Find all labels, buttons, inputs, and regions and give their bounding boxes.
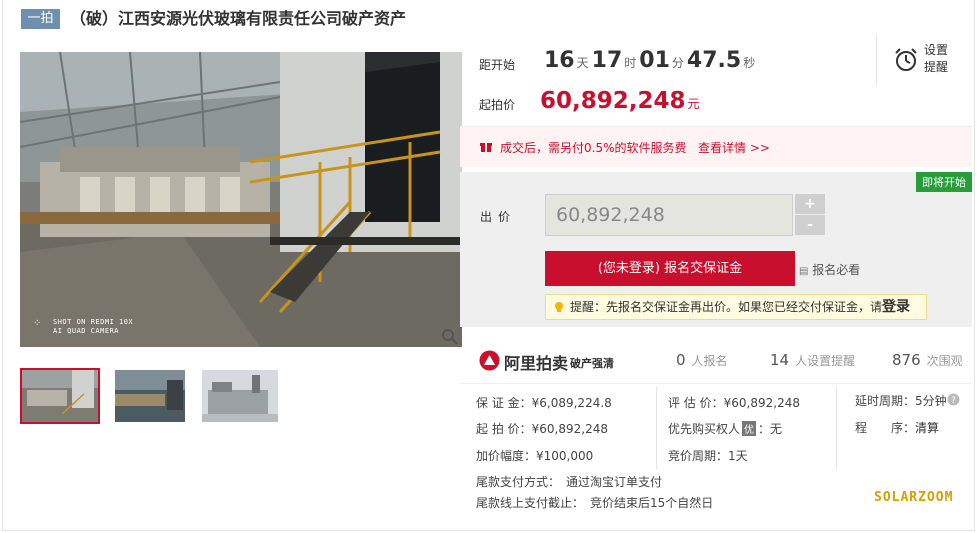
reminder-count-number: 14 bbox=[770, 351, 790, 369]
gift-icon bbox=[480, 143, 492, 152]
decrease-bid-button[interactable]: - bbox=[795, 215, 825, 235]
priority-buyer-value: ：无 bbox=[758, 422, 783, 436]
countdown-timer: 16 天 17 时 01 分 47.5 秒 bbox=[544, 46, 758, 78]
enrolled-count: 0 人报名 bbox=[676, 351, 728, 369]
start-price-value: 60,892,248 bbox=[540, 88, 686, 114]
alarm-clock-icon[interactable] bbox=[893, 47, 919, 73]
status-badge: 即将开始 bbox=[916, 172, 972, 192]
brand-subtitle: 破产强清 bbox=[570, 357, 614, 370]
details-divider-1 bbox=[656, 387, 657, 469]
payment-deadline-info: 尾款线上支付截止： 竞价结束后15个自然日 bbox=[476, 496, 714, 510]
countdown-hours-unit: 时 bbox=[624, 56, 637, 70]
start-price: 60,892,248 元 bbox=[540, 86, 700, 119]
payment-method-info: 尾款支付方式： 通过淘宝订单支付 bbox=[476, 475, 663, 489]
start-price-unit: 元 bbox=[687, 97, 700, 111]
procedure-label: 程 序： bbox=[855, 421, 916, 435]
thumbnail-1-image bbox=[22, 370, 98, 422]
bid-amount-field[interactable]: 60,892,248 bbox=[545, 194, 793, 236]
countdown-seconds: 47.5 bbox=[686, 48, 742, 73]
bid-label: 出价 bbox=[480, 210, 517, 224]
view-details-link[interactable]: 查看详情 >> bbox=[698, 139, 770, 156]
enrolled-count-label: 人报名 bbox=[691, 354, 728, 368]
factory-photo bbox=[20, 52, 462, 347]
auction-stats: 阿里拍卖 破产强清 0 人报名 14 人设置提醒 876 次围观 bbox=[460, 337, 972, 384]
remind-divider bbox=[876, 35, 877, 85]
delay-info: 延时周期：5分钟 bbox=[855, 394, 947, 408]
view-count: 876 次围观 bbox=[892, 351, 963, 369]
deposit-info: 保 证 金：¥6,089,224.8 bbox=[476, 396, 612, 410]
priority-buyer-info: 优先购买权人优：无 bbox=[668, 420, 782, 437]
camera-watermark-line2: AI QUAD CAMERA bbox=[53, 327, 120, 335]
thumbnail-3-image bbox=[202, 370, 278, 422]
document-icon: ▤ bbox=[799, 266, 809, 277]
login-link[interactable]: 登录 bbox=[882, 299, 910, 315]
countdown-days-unit: 天 bbox=[576, 56, 589, 70]
start-price-info: 起 拍 价：¥60,892,248 bbox=[476, 422, 608, 436]
countdown-label: 距开始 bbox=[479, 58, 516, 72]
service-fee-notice: 成交后，需另付0.5%的软件服务费 查看详情 >> bbox=[460, 127, 972, 167]
increase-bid-button[interactable]: + bbox=[795, 194, 825, 214]
magnifier-icon[interactable] bbox=[441, 328, 459, 346]
view-count-label: 次围观 bbox=[926, 354, 963, 368]
must-read-label: 报名必看 bbox=[812, 263, 861, 277]
solarzoom-watermark: SOLARZOOM bbox=[874, 490, 954, 505]
service-fee-text: 成交后，需另付0.5%的软件服务费 bbox=[500, 141, 687, 155]
lightbulb-icon bbox=[555, 302, 563, 312]
bid-cycle-info: 竞价周期：1天 bbox=[668, 449, 748, 463]
start-price-label: 起拍价 bbox=[479, 98, 516, 112]
camera-dots-icon: ⁘ bbox=[33, 318, 42, 329]
reminder-count-label: 人设置提醒 bbox=[795, 354, 856, 368]
details-divider-2 bbox=[836, 387, 837, 469]
countdown-hours: 17 bbox=[591, 48, 623, 73]
priority-buyer-label: 优先购买权人 bbox=[668, 422, 741, 436]
procedure-info: 程 序：清算 bbox=[855, 419, 939, 436]
camera-watermark-line1: SHOT ON REDMI 10X bbox=[53, 318, 134, 326]
must-read-link[interactable]: ▤ 报名必看 bbox=[799, 261, 860, 278]
thumbnail-1[interactable] bbox=[20, 368, 100, 424]
increment-info: 加价幅度：¥100,000 bbox=[476, 449, 594, 463]
page-title: （破）江西安源光伏玻璃有限责任公司破产资产 bbox=[70, 9, 407, 28]
enrolled-count-number: 0 bbox=[676, 351, 686, 369]
help-icon[interactable]: ? bbox=[947, 393, 960, 406]
thumbnail-3[interactable] bbox=[202, 370, 278, 422]
countdown-days: 16 bbox=[544, 48, 575, 73]
thumbnail-2-image bbox=[115, 370, 185, 422]
countdown-minutes-unit: 分 bbox=[671, 56, 684, 70]
appraisal-info: 评 估 价：¥60,892,248 bbox=[668, 396, 800, 410]
ali-auction-logo-icon bbox=[479, 350, 500, 371]
camera-watermark: ⁘ SHOT ON REDMI 10X AI QUAD CAMERA bbox=[33, 318, 134, 336]
countdown-seconds-unit: 秒 bbox=[743, 56, 756, 70]
thumbnail-2[interactable] bbox=[115, 370, 185, 422]
svg-text:?: ? bbox=[951, 396, 956, 406]
set-reminder-button[interactable]: 设置提醒 bbox=[924, 42, 954, 76]
priority-badge: 优 bbox=[742, 421, 757, 436]
price-panel: 距开始 16 天 17 时 01 分 47.5 秒 起拍价 60,892,248 元 设置提醒 bbox=[460, 35, 972, 127]
brand-name: 阿里拍卖 bbox=[504, 354, 569, 373]
countdown-minutes: 01 bbox=[639, 48, 670, 73]
auction-round-tag: 一拍 bbox=[21, 9, 60, 29]
reminder-count: 14 人设置提醒 bbox=[770, 351, 855, 369]
bid-panel: 即将开始 出价 60,892,248 + - (您未登录) 报名交保证金 ▤ 报… bbox=[460, 172, 972, 327]
login-tip: 提醒：先报名交保证金再出价。如果您已经交付保证金，请登录 bbox=[545, 294, 927, 320]
tip-text: 提醒：先报名交保证金再出价。如果您已经交付保证金，请 bbox=[570, 300, 883, 314]
main-photo[interactable]: ⁘ SHOT ON REDMI 10X AI QUAD CAMERA bbox=[20, 52, 462, 347]
procedure-value: 清算 bbox=[915, 421, 940, 435]
enroll-deposit-button[interactable]: (您未登录) 报名交保证金 bbox=[545, 251, 795, 286]
view-count-number: 876 bbox=[892, 351, 921, 369]
